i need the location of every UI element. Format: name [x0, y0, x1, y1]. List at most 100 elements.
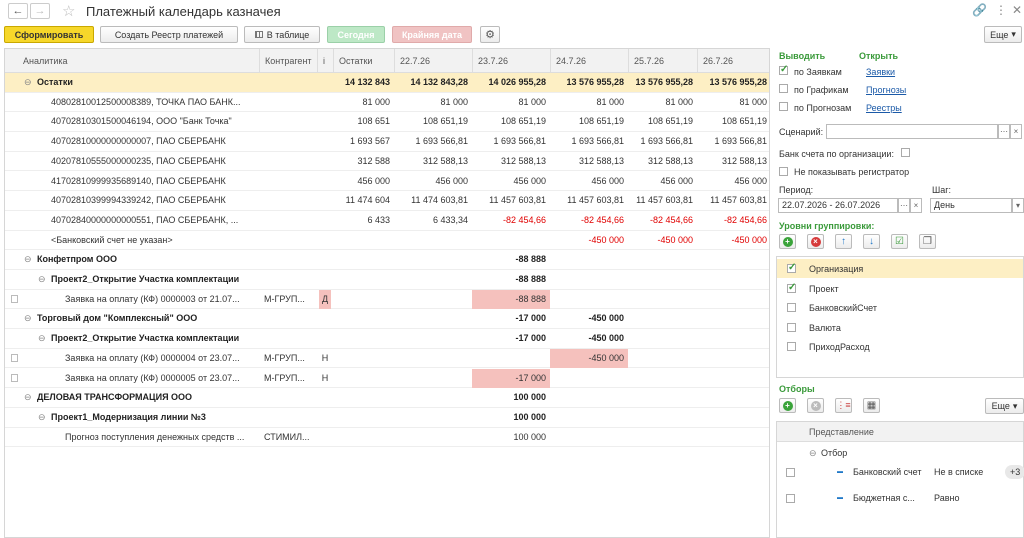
open-link[interactable]: Реестры — [866, 103, 902, 113]
value-cell[interactable]: 100 000 — [472, 408, 550, 427]
table-row[interactable]: 41702810999935689140, ПАО СБЕРБАНК 456 00… — [5, 172, 769, 192]
column-header[interactable]: Контрагент — [259, 49, 317, 73]
value-cell[interactable] — [550, 369, 628, 388]
level-row[interactable]: ПриходРасход — [777, 337, 1023, 356]
table-row[interactable]: ⊖ Проект1_Модернизация линии №3 100 000 — [5, 408, 769, 428]
level-checkbox[interactable] — [787, 262, 796, 273]
move-down-button[interactable]: ↓ — [863, 234, 880, 249]
value-cell[interactable]: 14 026 955,28 — [472, 73, 550, 92]
value-cell[interactable] — [697, 270, 769, 289]
value-cell[interactable] — [628, 428, 697, 447]
value-cell[interactable] — [697, 250, 769, 269]
value-cell[interactable] — [628, 309, 697, 328]
table-row[interactable]: ⊖ Проект2_Открытие Участка комплектации -1… — [5, 329, 769, 349]
value-cell[interactable]: 456 000 — [628, 172, 697, 191]
column-header[interactable]: i — [317, 49, 333, 73]
add-level-button[interactable]: + — [779, 234, 796, 249]
value-cell[interactable]: 312 588,13 — [628, 152, 697, 171]
value-cell[interactable]: 11 457 603,81 — [697, 191, 769, 210]
value-cell[interactable] — [333, 349, 394, 368]
value-cell[interactable] — [394, 369, 472, 388]
form-button[interactable]: Сформировать — [4, 26, 94, 43]
value-cell[interactable] — [550, 250, 628, 269]
value-cell[interactable] — [333, 231, 394, 250]
value-cell[interactable]: -17 000 — [472, 368, 550, 388]
value-cell[interactable]: 14 132 843,28 — [394, 73, 472, 92]
bank-by-org-checkbox[interactable] — [901, 148, 910, 157]
close-icon[interactable]: ✕ — [1012, 3, 1022, 17]
value-cell[interactable] — [333, 369, 394, 388]
value-cell[interactable]: 312 588,13 — [550, 152, 628, 171]
scenario-input[interactable] — [826, 124, 998, 139]
show-option-checkbox[interactable] — [779, 64, 788, 75]
settings-button[interactable]: ⚙ — [480, 26, 500, 43]
open-link[interactable]: Прогнозы — [866, 85, 906, 95]
column-header[interactable]: 23.7.26 — [472, 49, 550, 73]
level-row[interactable]: Организация — [777, 259, 1023, 278]
value-cell[interactable] — [628, 270, 697, 289]
value-cell[interactable] — [333, 309, 394, 328]
value-cell[interactable] — [697, 369, 769, 388]
value-cell[interactable]: -88 888 — [472, 270, 550, 289]
value-cell[interactable] — [550, 388, 628, 407]
value-cell[interactable] — [697, 290, 769, 309]
level-checkbox[interactable] — [787, 342, 796, 351]
value-cell[interactable]: -88 888 — [472, 289, 550, 309]
value-cell[interactable] — [697, 309, 769, 328]
column-header[interactable]: Аналитика — [5, 49, 259, 73]
group-filter-button[interactable]: ⋮≡ — [835, 398, 852, 413]
dots-icon[interactable]: ⋯ — [998, 124, 1010, 139]
show-option-checkbox[interactable] — [779, 84, 788, 93]
value-cell[interactable] — [697, 329, 769, 348]
today-button[interactable]: Сегодня — [327, 26, 385, 43]
value-cell[interactable] — [550, 428, 628, 447]
value-cell[interactable]: -450 000 — [550, 309, 628, 328]
column-header[interactable]: 22.7.26 — [394, 49, 472, 73]
collapse-icon[interactable]: ⊖ — [38, 408, 46, 427]
value-cell[interactable]: 1 693 566,81 — [628, 132, 697, 151]
value-cell[interactable] — [394, 388, 472, 407]
value-cell[interactable] — [394, 329, 472, 348]
value-cell[interactable]: -82 454,66 — [697, 211, 769, 230]
collapse-icon[interactable]: ⊖ — [24, 73, 32, 92]
column-header[interactable]: 25.7.26 — [628, 49, 697, 73]
filter-checkbox[interactable] — [786, 494, 795, 503]
value-cell[interactable]: 1 693 566,81 — [394, 132, 472, 151]
value-cell[interactable]: 6 433 — [333, 211, 394, 230]
dots-icon[interactable]: ⋯ — [898, 198, 910, 213]
in-table-button[interactable]: В таблице — [244, 26, 320, 43]
value-cell[interactable]: 456 000 — [333, 172, 394, 191]
value-cell[interactable]: -82 454,66 — [550, 211, 628, 230]
value-cell[interactable] — [628, 408, 697, 427]
value-cell[interactable]: 11 457 603,81 — [472, 191, 550, 210]
column-header[interactable]: 24.7.26 — [550, 49, 628, 73]
value-cell[interactable] — [628, 329, 697, 348]
value-cell[interactable]: 11 457 603,81 — [628, 191, 697, 210]
table-row[interactable]: Заявка на оплату (КФ) 0000003 от 21.07..… — [5, 289, 769, 310]
clear-icon[interactable]: × — [1010, 124, 1022, 139]
value-cell[interactable]: 81 000 — [628, 93, 697, 112]
value-cell[interactable] — [550, 270, 628, 289]
value-cell[interactable] — [333, 388, 394, 407]
value-cell[interactable] — [472, 349, 550, 368]
table-row[interactable]: ⊖ Торговый дом "Комплексный" ООО -17 000 -4… — [5, 309, 769, 330]
table-row[interactable]: ⊖ ДЕЛОВАЯ ТРАНСФОРМАЦИЯ ООО 100 000 — [5, 388, 769, 408]
value-cell[interactable]: 108 651,19 — [472, 112, 550, 131]
value-cell[interactable] — [550, 408, 628, 427]
table-row[interactable]: Прогноз поступления денежных средств ...… — [5, 428, 769, 448]
value-cell[interactable]: 312 588,13 — [697, 152, 769, 171]
delete-filter-button[interactable]: × — [807, 398, 824, 413]
value-cell[interactable]: 456 000 — [394, 172, 472, 191]
value-cell[interactable]: -17 000 — [472, 329, 550, 348]
level-checkbox[interactable] — [787, 282, 796, 293]
table-row[interactable]: 40702810301500046194, ООО "Банк Точка" 10… — [5, 112, 769, 133]
value-cell[interactable]: 14 132 843 — [333, 73, 394, 92]
value-cell[interactable] — [697, 388, 769, 407]
value-cell[interactable]: 1 693 566,81 — [697, 132, 769, 151]
add-filter-button[interactable]: + — [779, 398, 796, 413]
value-cell[interactable]: 11 474 603,81 — [394, 191, 472, 210]
value-cell[interactable] — [697, 428, 769, 447]
value-cell[interactable]: 108 651,19 — [628, 112, 697, 131]
table-row[interactable]: ⊖ Остатки 14 132 843 14 132 843,28 14 026 95… — [5, 73, 769, 93]
level-checkbox[interactable] — [787, 322, 796, 332]
